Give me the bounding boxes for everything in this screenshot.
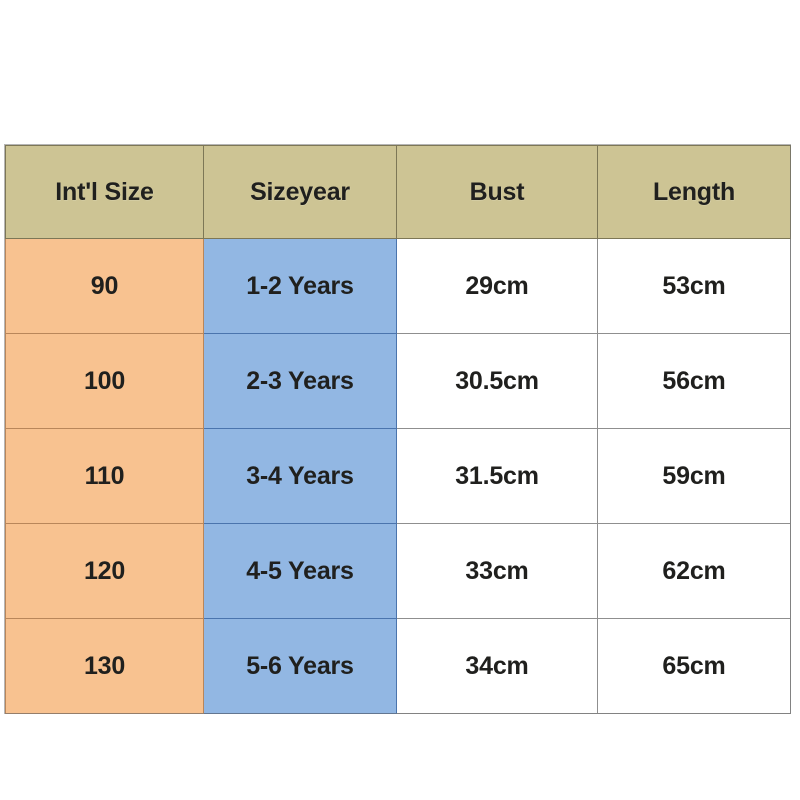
cell-length: 62cm	[597, 523, 791, 619]
column-header-length: Length	[597, 145, 791, 239]
cell-length: 59cm	[597, 428, 791, 524]
cell-bust: 31.5cm	[396, 428, 598, 524]
table-row: 110 3-4 Years 31.5cm 59cm	[5, 428, 791, 524]
cell-intl-size: 120	[5, 523, 204, 619]
cell-intl-size: 110	[5, 428, 204, 524]
table-header: Int'l Size Sizeyear Bust Length	[5, 145, 791, 239]
cell-bust: 33cm	[396, 523, 598, 619]
cell-length: 53cm	[597, 238, 791, 334]
cell-sizeyear: 1-2 Years	[203, 238, 397, 334]
cell-intl-size: 90	[5, 238, 204, 334]
cell-sizeyear: 3-4 Years	[203, 428, 397, 524]
table-row: 120 4-5 Years 33cm 62cm	[5, 523, 791, 619]
header-row: Int'l Size Sizeyear Bust Length	[5, 145, 791, 239]
cell-bust: 29cm	[396, 238, 598, 334]
size-chart-table: Int'l Size Sizeyear Bust Length 90 1-2 Y…	[5, 145, 791, 714]
table-row: 130 5-6 Years 34cm 65cm	[5, 618, 791, 714]
cell-bust: 34cm	[396, 618, 598, 714]
cell-sizeyear: 5-6 Years	[203, 618, 397, 714]
page-canvas: Int'l Size Sizeyear Bust Length 90 1-2 Y…	[0, 0, 800, 800]
cell-length: 65cm	[597, 618, 791, 714]
cell-sizeyear: 2-3 Years	[203, 333, 397, 429]
cell-intl-size: 100	[5, 333, 204, 429]
column-header-sizeyear: Sizeyear	[203, 145, 397, 239]
size-chart-container: Int'l Size Sizeyear Bust Length 90 1-2 Y…	[5, 145, 791, 714]
column-header-bust: Bust	[396, 145, 598, 239]
table-row: 100 2-3 Years 30.5cm 56cm	[5, 333, 791, 429]
column-header-intl-size: Int'l Size	[5, 145, 204, 239]
cell-intl-size: 130	[5, 618, 204, 714]
cell-bust: 30.5cm	[396, 333, 598, 429]
cell-length: 56cm	[597, 333, 791, 429]
cell-sizeyear: 4-5 Years	[203, 523, 397, 619]
table-body: 90 1-2 Years 29cm 53cm 100 2-3 Years 30.…	[5, 238, 791, 714]
table-row: 90 1-2 Years 29cm 53cm	[5, 238, 791, 334]
